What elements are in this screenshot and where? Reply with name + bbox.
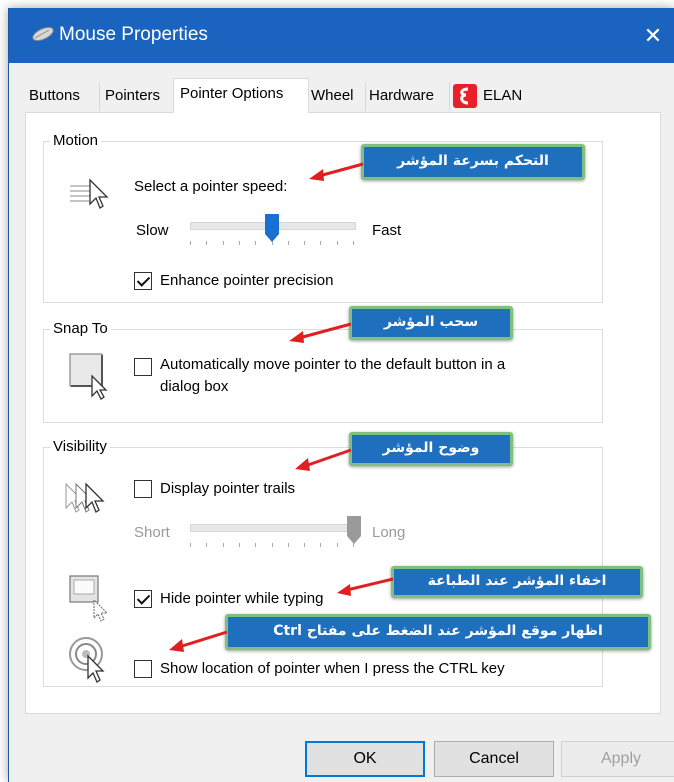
arrow-hide-icon xyxy=(337,577,394,596)
hide-pointer-checkbox[interactable] xyxy=(134,590,152,608)
tab-buttons[interactable]: Buttons xyxy=(25,82,100,111)
slider-tick xyxy=(255,241,256,245)
slider-tick xyxy=(239,241,240,245)
tab-wheel[interactable]: Wheel xyxy=(307,82,366,111)
fast-label: Fast xyxy=(372,222,402,239)
pointer-trails-label: Display pointer trails xyxy=(160,480,296,497)
callout-visibility: وضوح المؤشر xyxy=(349,432,513,466)
slider-tick xyxy=(223,543,224,547)
visibility-group-title: Visibility xyxy=(50,438,110,455)
slider-tick xyxy=(337,543,338,547)
slider-tick xyxy=(206,543,207,547)
short-label: Short xyxy=(134,524,170,541)
close-icon: ✕ xyxy=(643,22,663,48)
callout-hide: اخفاء المؤشر عند الطباعة xyxy=(391,566,643,598)
motion-group-title: Motion xyxy=(50,132,102,149)
tab-pointer-options[interactable]: Pointer Options xyxy=(173,78,309,113)
tab-label: Buttons xyxy=(29,87,80,104)
cancel-button[interactable]: Cancel xyxy=(434,741,554,777)
elan-logo-icon xyxy=(453,84,477,108)
tab-label: Pointer Options xyxy=(180,85,284,102)
arrow-ctrl-icon xyxy=(169,630,228,652)
pointer-speed-slider[interactable] xyxy=(265,214,279,242)
slider-tick xyxy=(288,241,289,245)
title-bar[interactable]: Mouse Properties ✕ xyxy=(9,8,674,63)
slider-tick xyxy=(320,241,321,245)
callout-speed: التحكم بسرعة المؤشر xyxy=(361,144,585,180)
tab-label: ELAN xyxy=(483,87,523,104)
slider-tick xyxy=(304,543,305,547)
tab-label: Pointers xyxy=(105,87,161,104)
callout-snap: سحب المؤشر xyxy=(349,306,513,340)
slider-tick xyxy=(190,543,191,547)
pointer-trails-icon xyxy=(65,482,105,513)
pointer-speed-label: Select a pointer speed: xyxy=(134,178,288,195)
snap-to-label-line2: dialog box xyxy=(160,378,229,395)
mouse-properties-window: Mouse Properties ✕ Buttons Pointers Poin… xyxy=(8,8,674,782)
close-button[interactable]: ✕ xyxy=(631,8,674,63)
snap-to-checkbox[interactable] xyxy=(134,358,152,376)
mouse-icon xyxy=(32,27,54,41)
hide-pointer-label: Hide pointer while typing xyxy=(160,590,324,607)
slider-tick xyxy=(288,543,289,547)
slider-tick xyxy=(337,241,338,245)
enhance-precision-checkbox[interactable] xyxy=(134,272,152,290)
trail-length-slider[interactable] xyxy=(347,516,361,544)
apply-button[interactable]: Apply xyxy=(561,741,674,777)
window-title: Mouse Properties xyxy=(59,24,208,45)
tab-label: Hardware xyxy=(369,87,435,104)
show-location-label: Show location of pointer when I press th… xyxy=(160,660,505,677)
slow-label: Slow xyxy=(136,222,169,239)
tab-pointers[interactable]: Pointers xyxy=(101,82,174,111)
tab-label: Wheel xyxy=(311,87,354,104)
snap-to-icon xyxy=(69,353,108,400)
slider-tick xyxy=(190,241,191,245)
arrow-speed-icon xyxy=(309,162,364,181)
slider-tick xyxy=(353,241,354,245)
slider-tick xyxy=(272,543,273,547)
arrow-snap-icon xyxy=(289,322,352,343)
tab-strip: Buttons Pointers Pointer Options Wheel H… xyxy=(25,78,674,113)
hide-pointer-icon xyxy=(69,575,109,622)
slider-tick xyxy=(255,543,256,547)
snap-to-label-line1: Automatically move pointer to the defaul… xyxy=(160,356,506,373)
show-location-checkbox[interactable] xyxy=(134,660,152,678)
tab-elan[interactable]: ELAN xyxy=(449,82,539,111)
slider-tick xyxy=(304,241,305,245)
pointer-trails-checkbox[interactable] xyxy=(134,480,152,498)
enhance-precision-label: Enhance pointer precision xyxy=(160,272,334,289)
slider-tick xyxy=(223,241,224,245)
trail-length-ticks xyxy=(190,543,354,547)
ok-button[interactable]: OK xyxy=(305,741,425,777)
trail-length-track[interactable] xyxy=(190,524,356,532)
tab-hardware[interactable]: Hardware xyxy=(365,82,450,111)
slider-tick xyxy=(239,543,240,547)
arrow-visibility-icon xyxy=(295,448,352,471)
slider-tick xyxy=(320,543,321,547)
callout-ctrl: اظهار موقع المؤشر عند الضغط على مفتاح Ct… xyxy=(225,614,651,650)
slider-tick xyxy=(206,241,207,245)
pointer-speed-icon xyxy=(70,178,109,209)
long-label: Long xyxy=(372,524,406,541)
snap-to-group-title: Snap To xyxy=(50,320,111,337)
show-location-icon xyxy=(69,637,105,683)
